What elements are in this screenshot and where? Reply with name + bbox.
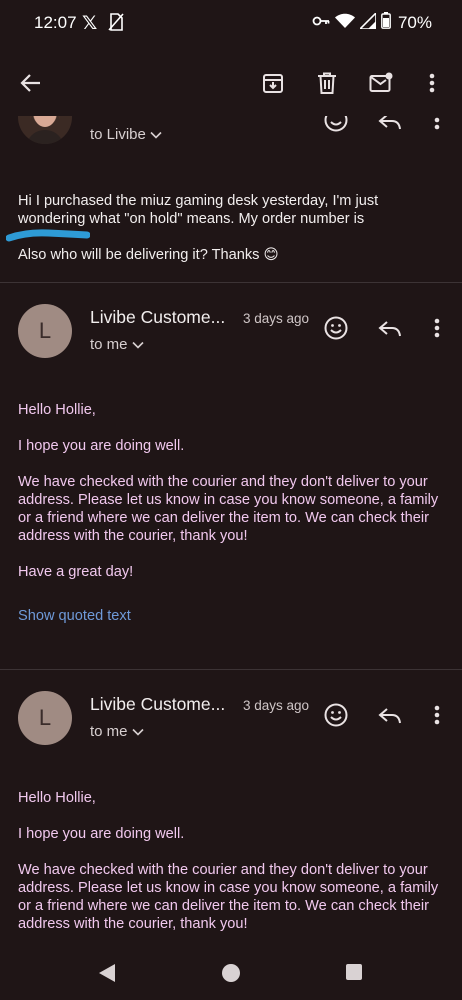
- add-reaction-icon[interactable]: [322, 701, 350, 729]
- email-message: L Livibe Custome... 3 days ago to me Hel…: [0, 669, 462, 948]
- status-icons: 70%: [312, 10, 432, 34]
- body-line: wondering what "on hold" means. My order…: [18, 211, 365, 227]
- battery-percent: 70%: [397, 13, 432, 32]
- reply-icon[interactable]: [376, 702, 404, 730]
- recipient-text: to Livibe: [90, 126, 146, 143]
- body-paragraph: We have checked with the courier and the…: [18, 474, 439, 544]
- body-paragraph: We have checked with the courier and the…: [18, 862, 439, 932]
- signal-icon: [358, 10, 377, 34]
- reply-icon[interactable]: [376, 116, 404, 136]
- recipient-text: to me: [90, 336, 128, 353]
- avatar: [18, 116, 72, 144]
- archive-icon[interactable]: [259, 69, 287, 97]
- back-arrow-icon[interactable]: [17, 69, 45, 97]
- chevron-down-icon: [150, 126, 162, 143]
- previous-message-body: Hi I purchased the miuz gaming desk yest…: [18, 192, 448, 264]
- more-vert-icon[interactable]: [423, 314, 451, 342]
- greeting: Hello Hollie,: [18, 402, 96, 418]
- add-reaction-icon[interactable]: [322, 314, 350, 342]
- email-message: L Livibe Custome... 3 days ago to me Hel…: [0, 282, 462, 670]
- previous-message-header: to Livibe: [0, 116, 462, 156]
- delete-icon[interactable]: [313, 69, 341, 97]
- body-line: Hi I purchased the miuz gaming desk yest…: [18, 193, 379, 209]
- closing: Have a great day!: [18, 564, 134, 580]
- redaction-scribble: [6, 229, 90, 242]
- more-vert-icon[interactable]: [423, 116, 451, 134]
- recipient-text: to me: [90, 723, 128, 740]
- greeting: Hello Hollie,: [18, 790, 96, 806]
- message-body: Hello Hollie, I hope you are doing well.…: [18, 789, 448, 951]
- body-line: I hope you are doing well.: [18, 826, 185, 842]
- wifi-icon: [334, 13, 355, 34]
- status-bar: 12:07 𝕏 70%: [0, 0, 462, 46]
- avatar: L: [18, 691, 72, 745]
- body-line: Also who will be delivering it? Thanks 😊: [18, 247, 279, 263]
- message-body: Hello Hollie, I hope you are doing well.…: [18, 401, 448, 599]
- recipient-line[interactable]: to me: [90, 336, 144, 353]
- x-app-icon: 𝕏: [82, 13, 98, 34]
- recipient-line[interactable]: to Livibe: [90, 126, 162, 143]
- nav-recents-icon[interactable]: [345, 963, 363, 986]
- chevron-down-icon: [132, 723, 144, 740]
- body-line: I hope you are doing well.: [18, 438, 185, 454]
- battery-icon: [381, 12, 391, 34]
- status-time: 12:07: [34, 13, 77, 32]
- nav-home-icon[interactable]: [221, 963, 241, 988]
- sender-name: Livibe Custome...: [90, 694, 226, 714]
- more-vert-icon[interactable]: [418, 69, 446, 97]
- recipient-line[interactable]: to me: [90, 723, 144, 740]
- system-navigation-bar: [0, 948, 462, 1000]
- mark-unread-icon[interactable]: [367, 69, 395, 97]
- no-sim-icon: [108, 13, 124, 36]
- sender-name: Livibe Custome...: [90, 307, 226, 327]
- avatar: L: [18, 304, 72, 358]
- vpn-key-icon: [312, 14, 330, 32]
- more-vert-icon[interactable]: [423, 701, 451, 729]
- nav-back-icon[interactable]: [97, 963, 117, 988]
- show-quoted-text-link[interactable]: Show quoted text: [18, 608, 131, 624]
- reply-icon[interactable]: [376, 315, 404, 343]
- chevron-down-icon: [132, 336, 144, 353]
- top-app-bar: [0, 50, 462, 116]
- message-date: 3 days ago: [243, 698, 310, 713]
- add-reaction-icon[interactable]: [322, 116, 350, 134]
- email-thread-screen: 12:07 𝕏 70% to Livibe Hi I purchased the…: [0, 0, 462, 1000]
- message-date: 3 days ago: [243, 311, 310, 326]
